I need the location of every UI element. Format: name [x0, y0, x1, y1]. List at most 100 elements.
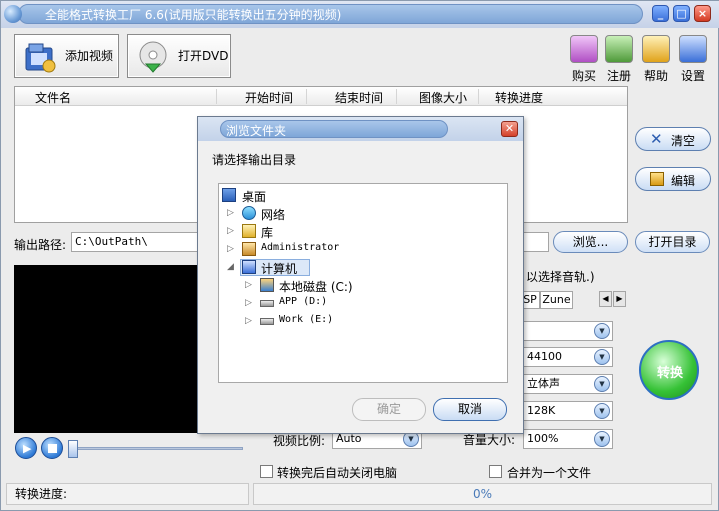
sample-rate-select[interactable]: 44100 ▼ — [523, 347, 613, 367]
tree-node-desktop[interactable]: 桌面 — [222, 187, 482, 204]
dialog-title-bar[interactable]: 浏览文件夹 ✕ — [198, 117, 523, 141]
play-button[interactable]: ▶ — [15, 437, 37, 459]
tree-label: 桌面 — [242, 190, 267, 204]
open-dvd-button[interactable]: 打开DVD — [127, 34, 231, 78]
register-label: 注册 — [606, 69, 631, 83]
merge-label: 合并为一个文件 — [507, 466, 592, 480]
network-icon — [242, 206, 256, 220]
browse-button[interactable]: 浏览... — [553, 231, 628, 253]
settings-button[interactable] — [677, 35, 709, 69]
app-window: 全能格式转换工厂 6.6(试用版只能转换出五分钟的视频) _ □ × 添加视频 … — [0, 0, 719, 511]
file-list-header: 文件名 开始时间 结束时间 图像大小 转换进度 — [15, 87, 627, 106]
chevron-down-icon: ▼ — [594, 403, 610, 419]
clear-button[interactable]: ✕ 清空 — [635, 127, 711, 151]
chevron-down-icon: ▼ — [594, 349, 610, 365]
dialog-close-button[interactable]: ✕ — [501, 121, 518, 137]
status-progress-label: 转换进度: — [15, 487, 68, 501]
volume-select[interactable]: 100% ▼ — [523, 429, 613, 449]
progress-bar: 0% — [253, 483, 712, 505]
open-dvd-label: 打开DVD — [178, 49, 229, 63]
stop-button[interactable] — [41, 437, 63, 459]
app-logo-icon — [4, 5, 22, 23]
tree-label: 计算机 — [261, 262, 298, 276]
col-end-time[interactable]: 结束时间 — [335, 89, 383, 106]
col-progress[interactable]: 转换进度 — [495, 89, 543, 106]
browse-folder-dialog: 浏览文件夹 ✕ 请选择输出目录 桌面 ▷ 网络 ▷ 库 ▷ Administra… — [197, 116, 524, 434]
cart-icon — [570, 35, 598, 63]
channels-select[interactable]: 立体声 ▼ — [523, 374, 613, 394]
tab-zune[interactable]: Zune — [540, 291, 573, 309]
play-icon: ▶ — [23, 442, 32, 455]
register-button[interactable] — [603, 35, 635, 69]
tree-label: APP (D:) — [279, 296, 328, 307]
seek-handle[interactable] — [68, 440, 78, 458]
dialog-ok-button[interactable]: 确定 — [352, 398, 426, 421]
open-directory-button[interactable]: 打开目录 — [635, 231, 710, 253]
help-button[interactable] — [640, 35, 672, 69]
tree-label: Administrator — [261, 242, 340, 253]
tree-node-administrator[interactable]: ▷ Administrator — [227, 241, 477, 258]
drive-icon — [260, 318, 274, 325]
merge-checkbox[interactable] — [489, 465, 502, 478]
user-folder-icon — [242, 242, 256, 256]
expand-arrow-icon[interactable]: ▷ — [245, 280, 252, 290]
output-path-label: 输出路径: — [14, 238, 67, 252]
clear-label: 清空 — [671, 134, 696, 148]
expand-arrow-icon[interactable]: ▷ — [227, 208, 234, 218]
tree-node-drive-c[interactable]: ▷ 本地磁盘 (C:) — [245, 277, 485, 294]
col-start-time[interactable]: 开始时间 — [245, 89, 293, 106]
status-progress-label-box: 转换进度: — [6, 483, 249, 505]
title-bar[interactable]: 全能格式转换工厂 6.6(试用版只能转换出五分钟的视频) _ □ × — [1, 1, 719, 28]
drive-icon — [260, 300, 274, 307]
add-video-label: 添加视频 — [65, 49, 114, 63]
tab-scroll-right-button[interactable]: ▶ — [613, 291, 626, 307]
computer-icon — [242, 260, 256, 274]
expand-arrow-icon[interactable]: ▷ — [227, 226, 234, 236]
seek-track[interactable] — [71, 447, 243, 450]
tab-scroll-left-button[interactable]: ◀ — [599, 291, 612, 307]
output-path-field-end[interactable] — [523, 232, 549, 252]
tree-node-drive-e[interactable]: ▷ Work (E:) — [245, 313, 485, 330]
maximize-button[interactable]: □ — [673, 5, 690, 22]
settings-label: 设置 — [680, 69, 705, 83]
format-select[interactable]: ▼ — [523, 321, 613, 341]
tree-label: Work (E:) — [279, 314, 334, 325]
audio-track-hint: 以选择音轨.) — [526, 270, 595, 284]
sample-rate-value: 44100 — [527, 350, 562, 363]
close-button[interactable]: × — [694, 5, 711, 22]
convert-button[interactable]: 转换 — [639, 340, 699, 400]
chevron-down-icon: ▼ — [594, 376, 610, 392]
bitrate-select[interactable]: 128K ▼ — [523, 401, 613, 421]
collapse-arrow-icon[interactable]: ◢ — [227, 262, 234, 272]
help-icon — [642, 35, 670, 63]
col-filename[interactable]: 文件名 — [35, 89, 71, 106]
help-label: 帮助 — [643, 69, 668, 83]
tree-node-drive-d[interactable]: ▷ APP (D:) — [245, 295, 485, 312]
channels-value: 立体声 — [527, 377, 560, 390]
folder-tree[interactable]: 桌面 ▷ 网络 ▷ 库 ▷ Administrator ◢ 计算机 ▷ 本地磁盘… — [218, 183, 508, 383]
chevron-down-icon: ▼ — [594, 431, 610, 447]
output-path-field[interactable]: C:\OutPath\ — [71, 232, 198, 252]
tree-node-library[interactable]: ▷ 库 — [227, 223, 477, 240]
tree-label: 网络 — [261, 208, 286, 222]
buy-label: 购买 — [571, 69, 596, 83]
col-image-size[interactable]: 图像大小 — [419, 89, 467, 106]
minimize-button[interactable]: _ — [652, 5, 669, 22]
tree-node-computer[interactable]: ◢ 计算机 — [227, 259, 477, 276]
tree-node-network[interactable]: ▷ 网络 — [227, 205, 477, 222]
expand-arrow-icon[interactable]: ▷ — [245, 316, 252, 326]
tree-label: 库 — [261, 226, 274, 240]
settings-icon — [679, 35, 707, 63]
add-video-button[interactable]: 添加视频 — [14, 34, 119, 78]
edit-button[interactable]: 编辑 — [635, 167, 711, 191]
convert-label: 转换 — [657, 366, 684, 381]
expand-arrow-icon[interactable]: ▷ — [245, 298, 252, 308]
dialog-title: 浏览文件夹 — [226, 124, 287, 138]
dialog-cancel-button[interactable]: 取消 — [433, 398, 507, 421]
edit-label: 编辑 — [671, 174, 696, 188]
library-icon — [242, 224, 256, 238]
dialog-prompt: 请选择输出目录 — [212, 153, 297, 167]
expand-arrow-icon[interactable]: ▷ — [227, 244, 234, 254]
shutdown-checkbox[interactable] — [260, 465, 273, 478]
buy-button[interactable] — [568, 35, 600, 69]
